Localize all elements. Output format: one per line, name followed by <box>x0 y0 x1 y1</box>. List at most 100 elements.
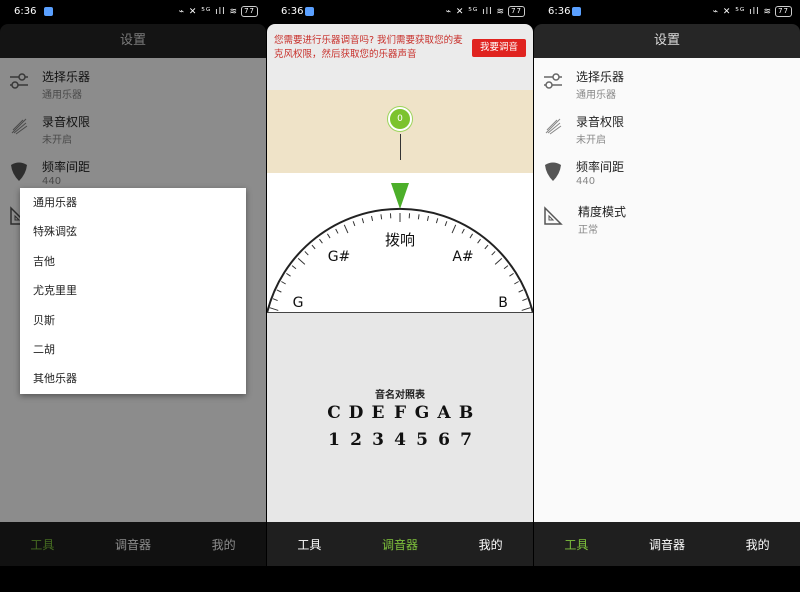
dial-tick <box>281 281 286 285</box>
nav-tools[interactable]: 工具 <box>564 536 588 553</box>
status-icons: ⌁ ✕ ⁵ᴳ ıll ≋ 77 <box>713 6 792 17</box>
note-number: 1 <box>328 430 340 450</box>
settings-screen-dropdown: 6:36 ⌁ ✕ ⁵ᴳ ıll ≋ 77 设置 选择乐器 通用乐器 录音权限 未开… <box>0 0 266 592</box>
system-nav-area <box>267 566 533 592</box>
nav-mine[interactable]: 我的 <box>746 536 770 553</box>
dial-tick <box>371 215 374 221</box>
dropdown-option[interactable]: 特殊调弦 <box>20 217 246 246</box>
note-number: 2 <box>350 430 362 450</box>
dial-center-label: 拨响 <box>385 231 415 249</box>
status-bar: 6:36 ⌁ ✕ ⁵ᴳ ıll ≋ 77 <box>534 0 800 24</box>
dial-tick <box>435 218 439 224</box>
setting-value: 正常 <box>578 225 598 236</box>
note-letter: B <box>458 403 474 423</box>
page-title: 设置 <box>534 24 800 58</box>
app-notification-icon <box>305 7 314 16</box>
dial-tick <box>304 251 309 256</box>
dial-tick <box>311 244 316 250</box>
dropdown-option[interactable]: 二胡 <box>20 335 246 364</box>
dial-tick <box>286 272 291 277</box>
dial-tick <box>426 215 429 221</box>
setting-title: 选择乐器 <box>576 70 625 84</box>
dial-tick <box>380 214 383 220</box>
dial-tick <box>291 265 297 270</box>
dial-tick <box>469 233 474 239</box>
nav-tools[interactable]: 工具 <box>297 536 321 553</box>
nav-tuner[interactable]: 调音器 <box>649 536 685 553</box>
nav-mine[interactable]: 我的 <box>479 536 503 553</box>
status-time: 6:36 <box>14 6 37 17</box>
bottom-nav: 工具 调音器 我的 <box>534 522 800 566</box>
note-letter: F <box>393 403 407 423</box>
note-number: 3 <box>372 430 384 450</box>
dial-tick <box>319 238 323 244</box>
tuner-dial: 拨响 G# A# G B <box>267 173 533 314</box>
permission-notice: 您需要进行乐器调音吗? 我们需要获取您的麦克风权限，然后获取您的乐器声音 我要调… <box>267 24 533 90</box>
dial-tick <box>444 221 448 227</box>
setting-value: 440 <box>576 176 596 187</box>
dial-tick <box>484 244 489 250</box>
setting-value: 未开启 <box>576 135 606 146</box>
dial-tick <box>522 298 528 302</box>
dial-tick <box>509 272 514 277</box>
dial-note-right: A# <box>452 249 473 265</box>
pitch-indicator-area: 0 <box>267 90 533 173</box>
dial-tick <box>343 224 349 234</box>
dial-tick <box>272 298 278 302</box>
note-letter: D <box>348 403 364 423</box>
status-bar: 6:36 ⌁ ✕ ⁵ᴳ ıll ≋ 77 <box>267 0 533 24</box>
reference-title: 音名对照表 <box>375 390 425 401</box>
battery-icon: 77 <box>775 6 792 17</box>
note-reference: 音名对照表 C D E F G A B 1 2 3 4 5 6 7 <box>267 313 533 522</box>
dropdown-option[interactable]: 通用乐器 <box>20 188 246 217</box>
battery-icon: 77 <box>508 6 525 17</box>
dial-tick <box>361 218 365 224</box>
sliders-icon <box>544 73 562 89</box>
settings-list: 选择乐器 通用乐器 录音权限 未开启 频率间距 440 精度模式 正常 <box>534 58 800 522</box>
dropdown-option[interactable]: 尤克里里 <box>20 276 246 305</box>
dropdown-option[interactable]: 其他乐器 <box>20 364 246 393</box>
setting-precision[interactable]: 精度模式 正常 <box>534 197 800 242</box>
dial-tick <box>335 228 339 234</box>
system-nav-area <box>534 566 800 592</box>
note-letter: A <box>437 403 451 423</box>
dial-tick <box>503 265 509 270</box>
nav-tuner[interactable]: 调音器 <box>382 536 418 553</box>
note-number: 4 <box>394 430 406 450</box>
tune-button[interactable]: 我要调音 <box>472 39 526 57</box>
guitar-pick-icon <box>545 162 561 181</box>
dial-tick <box>451 224 457 234</box>
dial-tick <box>514 281 519 285</box>
dial-tick <box>352 221 356 227</box>
dial-tick <box>491 251 496 256</box>
setting-title: 精度模式 <box>578 205 627 219</box>
dropdown-option[interactable]: 贝斯 <box>20 306 246 335</box>
reference-letters: C D E F G A B <box>267 403 533 423</box>
setting-title: 频率间距 <box>576 160 625 174</box>
setting-record-permission[interactable]: 录音权限 未开启 <box>534 107 800 152</box>
instrument-dropdown: 通用乐器 特殊调弦 吉他 尤克里里 贝斯 二胡 其他乐器 <box>20 188 246 394</box>
app-notification-icon <box>44 7 53 16</box>
dial-tick <box>477 238 481 244</box>
dial-note-left: G# <box>328 249 351 265</box>
dial-note-far-right: B <box>498 295 508 311</box>
setting-title: 录音权限 <box>576 115 625 129</box>
system-nav-area <box>0 566 266 592</box>
dial-tick <box>297 257 306 265</box>
status-icons: ⌁ ✕ ⁵ᴳ ıll ≋ 77 <box>446 6 525 17</box>
note-letter: G <box>414 403 430 423</box>
dial-tick <box>326 233 331 239</box>
dropdown-option[interactable]: 吉他 <box>20 247 246 276</box>
status-time: 6:36 <box>281 6 304 17</box>
setting-instrument[interactable]: 选择乐器 通用乐器 <box>534 62 800 107</box>
bottom-nav: 工具 调音器 我的 <box>267 522 533 566</box>
note-number: 5 <box>416 430 428 450</box>
note-number: 6 <box>438 430 450 450</box>
setting-frequency[interactable]: 频率间距 440 <box>534 152 800 197</box>
dial-tick <box>269 307 279 311</box>
reference-numbers: 1 2 3 4 5 6 7 <box>267 430 533 450</box>
dial-ticks <box>269 213 531 311</box>
dial-tick <box>494 257 503 265</box>
dial-tick <box>521 307 531 311</box>
status-time: 6:36 <box>548 6 571 17</box>
